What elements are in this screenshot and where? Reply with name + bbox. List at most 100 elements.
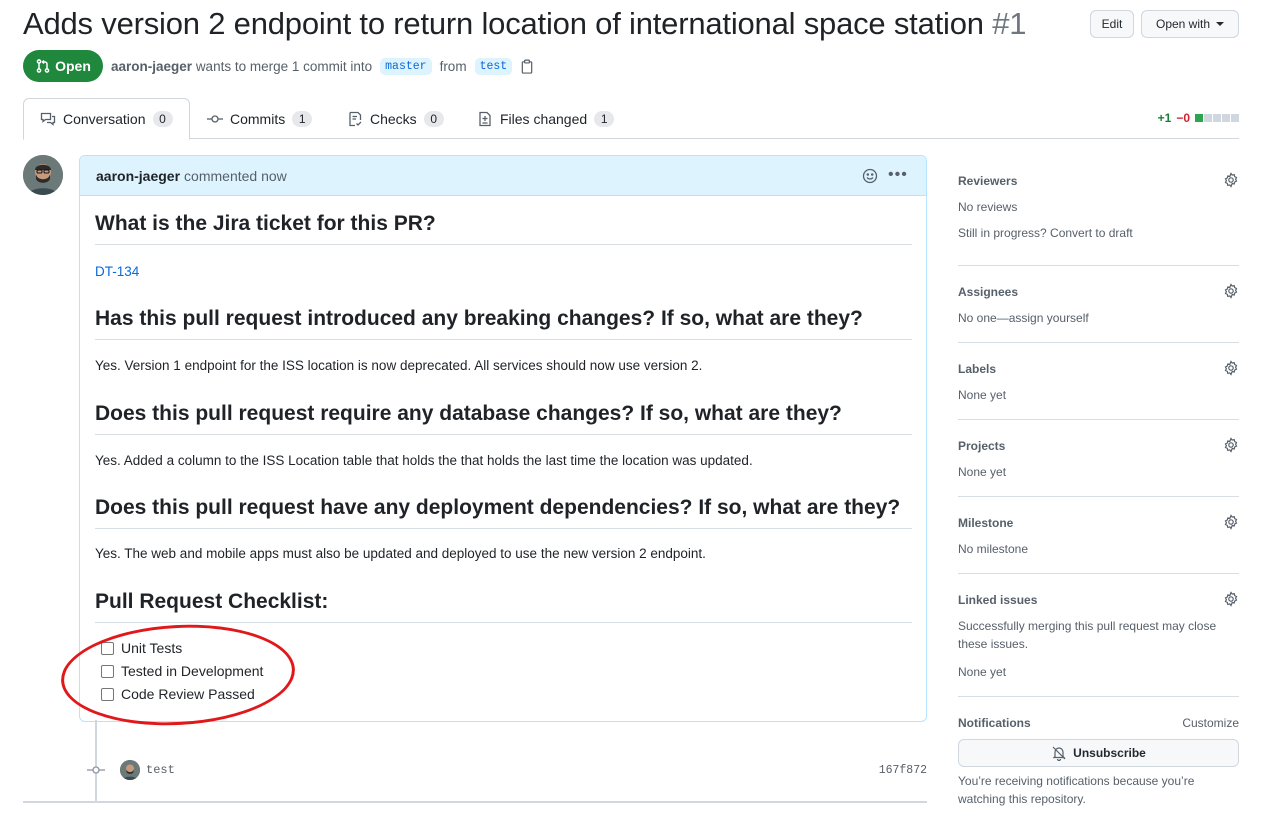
sidebar-labels: Labels None yet: [958, 360, 1239, 420]
git-pull-request-icon: [36, 59, 50, 73]
head-branch[interactable]: test: [474, 57, 513, 75]
tab-commits-label: Commits: [230, 110, 286, 127]
tab-files-changed-label: Files changed: [500, 110, 588, 127]
kebab-horizontal-icon[interactable]: •••: [888, 167, 907, 184]
avatar-image: [120, 760, 140, 780]
sidebar-projects: Projects None yet: [958, 437, 1239, 497]
diffstat-additions: +1: [1157, 111, 1172, 125]
merge-info: aaron-jaeger wants to merge 1 commit int…: [111, 59, 372, 74]
sidebar-title[interactable]: Reviewers: [958, 174, 1017, 188]
sidebar-title[interactable]: Milestone: [958, 516, 1013, 530]
avatar[interactable]: [23, 155, 63, 195]
state-label: Open: [55, 58, 91, 74]
sidebar-text: watching this repository.: [958, 792, 1086, 806]
base-branch[interactable]: master: [380, 57, 432, 75]
tab-files-changed-count: 1: [594, 110, 615, 127]
comment-discussion-icon: [40, 112, 56, 126]
comment-author-link[interactable]: aaron-jaeger: [96, 168, 180, 184]
section-text: Yes. The web and mobile apps must also b…: [95, 546, 706, 561]
sidebar-text: these issues.: [958, 637, 1029, 651]
pr-header: Adds version 2 endpoint to return locati…: [23, 6, 1239, 44]
from-text: from: [439, 58, 467, 74]
pr-title-text: Adds version 2 endpoint to return locati…: [23, 6, 984, 41]
checklist-icon: [349, 111, 362, 126]
sidebar-title[interactable]: Assignees: [958, 285, 1018, 299]
caret-down-icon: [1216, 22, 1225, 26]
tab-files-changed[interactable]: Files changed 1: [461, 98, 630, 139]
gear-icon[interactable]: [1223, 514, 1239, 530]
section-text: Yes. Version 1 endpoint for the ISS loca…: [95, 358, 703, 373]
sidebar-linked-issues: Linked issues Successfully merging this …: [958, 591, 1239, 697]
unsubscribe-button[interactable]: Unsubscribe: [958, 739, 1239, 767]
state-badge: Open: [23, 50, 103, 82]
pr-number: #1: [992, 6, 1027, 41]
commit-sha-link[interactable]: 167f872: [879, 764, 927, 777]
comment-header: aaron-jaeger commented now •••: [80, 156, 926, 196]
open-with-label: Open with: [1155, 17, 1211, 31]
pr-author-link[interactable]: aaron-jaeger: [111, 59, 192, 74]
commit-avatar[interactable]: [120, 760, 140, 780]
tab-conversation-label: Conversation: [63, 111, 146, 127]
file-diff-icon: [479, 111, 491, 126]
diffstat-block: [1222, 114, 1230, 122]
gear-icon[interactable]: [1223, 172, 1239, 188]
pr-title: Adds version 2 endpoint to return locati…: [23, 6, 1027, 42]
gear-icon[interactable]: [1223, 437, 1239, 453]
sidebar-assignees: Assignees No one—assign yourself: [958, 283, 1239, 343]
diffstat-block: [1231, 114, 1239, 122]
unsubscribe-label: Unsubscribe: [1073, 746, 1146, 760]
commit-message-link[interactable]: test: [146, 763, 175, 777]
section-heading: What is the Jira ticket for this PR?: [95, 212, 912, 245]
open-with-button[interactable]: Open with: [1141, 10, 1239, 38]
diffstat: +1 −0: [1158, 111, 1239, 125]
tab-conversation[interactable]: Conversation 0: [23, 98, 190, 140]
git-commit-icon: [86, 764, 106, 776]
sidebar-text: None yet: [958, 465, 1007, 479]
tab-conversation-count: 0: [152, 111, 173, 127]
sidebar-title[interactable]: Labels: [958, 362, 996, 376]
sidebar-text: You’re receiving notifications because y…: [958, 774, 1195, 788]
sidebar-text: None yet: [958, 665, 1007, 679]
tab-commits-count: 1: [292, 110, 313, 127]
section-heading: Does this pull request require any datab…: [95, 402, 912, 435]
sidebar-reviewers: Reviewers No reviews Still in progress? …: [958, 172, 1239, 266]
customize-link[interactable]: Customize: [1182, 716, 1239, 730]
divider: [23, 801, 927, 803]
diffstat-block-add: [1195, 114, 1203, 122]
sidebar-notifications: Notifications Customize Unsubscribe You’…: [958, 716, 1239, 816]
sidebar-text: No milestone: [958, 542, 1029, 556]
jira-ticket-link[interactable]: DT-134: [95, 264, 139, 279]
merge-text: wants to merge 1 commit into: [195, 58, 373, 74]
assign-yourself-link[interactable]: No one—assign yourself: [958, 309, 1089, 327]
tab-commits[interactable]: Commits 1: [191, 98, 328, 139]
tab-checks-label: Checks: [370, 110, 417, 127]
copy-icon[interactable]: [520, 59, 534, 74]
tab-checks[interactable]: Checks 0: [331, 98, 460, 139]
diffstat-block: [1213, 114, 1221, 122]
commit-row: test 167f872: [86, 758, 927, 782]
smiley-icon[interactable]: [862, 168, 878, 184]
convert-to-draft-link[interactable]: Still in progress? Convert to draft: [958, 224, 1133, 242]
pr-meta: Open aaron-jaeger wants to merge 1 commi…: [23, 50, 534, 82]
git-commit-icon: [207, 114, 223, 123]
diffstat-deletions: −0: [1176, 111, 1190, 125]
section-heading: Has this pull request introduced any bre…: [95, 307, 912, 340]
sidebar-title: Notifications: [958, 716, 1031, 730]
section-heading: Does this pull request have any deployme…: [95, 496, 912, 529]
edit-button[interactable]: Edit: [1090, 10, 1134, 38]
checklist-heading: Pull Request Checklist:: [95, 590, 912, 623]
pr-tabs: Conversation 0 Commits 1 Checks 0 Files …: [23, 98, 1239, 140]
avatar-image: [23, 155, 63, 195]
gear-icon[interactable]: [1223, 360, 1239, 376]
edit-button-label: Edit: [1101, 17, 1123, 31]
sidebar-text: Successfully merging this pull request m…: [958, 619, 1217, 633]
gear-icon[interactable]: [1223, 591, 1239, 607]
sidebar-text: No reviews: [958, 200, 1018, 214]
sidebar-title[interactable]: Linked issues: [958, 593, 1037, 607]
gear-icon[interactable]: [1223, 283, 1239, 299]
sidebar-title[interactable]: Projects: [958, 439, 1005, 453]
diffstat-block: [1204, 114, 1212, 122]
diffstat-blocks: [1195, 114, 1239, 122]
bell-slash-icon: [1052, 746, 1066, 761]
comment-action[interactable]: commented now: [184, 168, 287, 184]
